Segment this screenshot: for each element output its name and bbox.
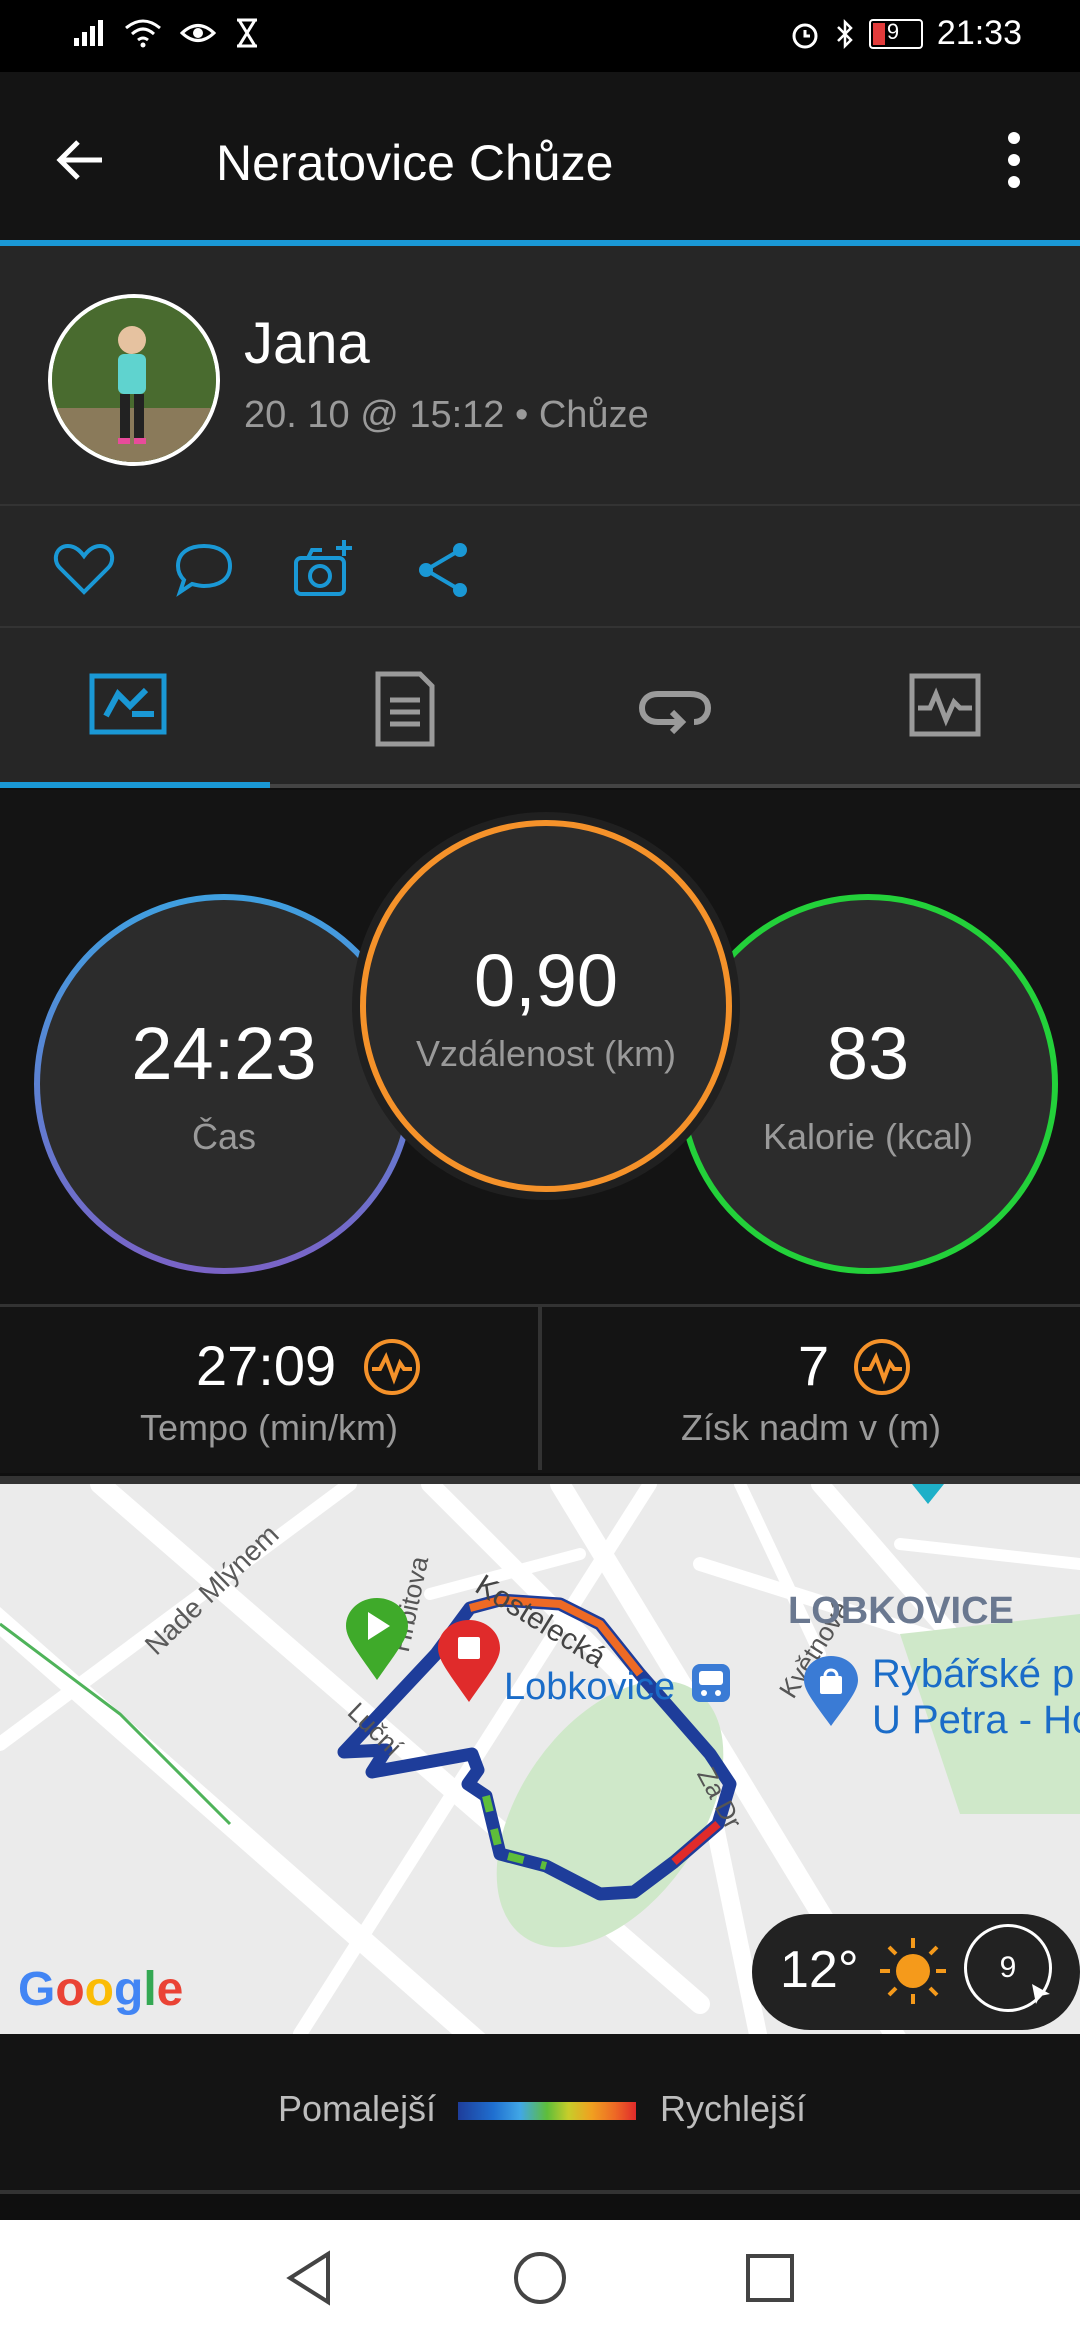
tab-charts-icon[interactable] bbox=[900, 668, 996, 748]
nav-back-icon[interactable] bbox=[284, 2250, 334, 2306]
share-icon[interactable] bbox=[412, 538, 476, 602]
status-right: 9 21:33 bbox=[789, 14, 1022, 53]
activity-meta: 20. 10 @ 15:12 • Chůze bbox=[244, 394, 649, 436]
tab-active-indicator bbox=[0, 782, 270, 788]
calories-label: Kalorie (kcal) bbox=[762, 1115, 974, 1157]
wifi-icon bbox=[125, 19, 161, 48]
clock-time: 21:33 bbox=[936, 14, 1022, 52]
poi-name-line1: Rybářské p bbox=[872, 1652, 1075, 1696]
summary-stats: 24:23 Čas 83 Kalorie (kcal) 0,90 Vzdálen… bbox=[0, 790, 1080, 1304]
elevation-value: 7 bbox=[798, 1334, 830, 1397]
activity-tabs bbox=[0, 628, 1080, 788]
pace-value: 27:09 bbox=[196, 1334, 337, 1397]
eye-icon bbox=[180, 24, 216, 42]
time-label: Čas bbox=[191, 1115, 257, 1157]
calories-value: 83 bbox=[826, 1011, 910, 1095]
nav-home-icon[interactable] bbox=[512, 2250, 568, 2306]
elevation-metric[interactable]: 7 Získ nadm v (m) bbox=[542, 1307, 1080, 1473]
nav-recents-icon[interactable] bbox=[744, 2252, 796, 2304]
app-bar: Neratovice Chůze bbox=[0, 72, 1080, 242]
wind-direction-icon bbox=[1032, 1984, 1050, 2004]
activity-owner: Jana 20. 10 @ 15:12 • Chůze bbox=[0, 246, 1080, 506]
elevation-label: Získ nadm v (m) bbox=[680, 1407, 941, 1448]
map-marker-top bbox=[912, 1484, 944, 1504]
page-title: Neratovice Chůze bbox=[216, 135, 614, 191]
legend-faster-label: Rychlejší bbox=[660, 2088, 807, 2129]
user-name: Jana bbox=[244, 311, 370, 376]
metrics-divider bbox=[538, 1304, 542, 1470]
time-stat[interactable]: 24:23 Čas bbox=[34, 894, 414, 1274]
map-place-label: Lobkovice bbox=[504, 1666, 676, 1708]
battery-level: 9 bbox=[886, 18, 900, 44]
speed-legend: Pomalejší Rychlejší bbox=[0, 2034, 1080, 2194]
distance-value: 0,90 bbox=[473, 938, 619, 1022]
speed-gradient-bar bbox=[458, 2102, 636, 2120]
like-heart-icon[interactable] bbox=[52, 538, 116, 602]
time-value: 24:23 bbox=[131, 1011, 317, 1095]
back-arrow-icon[interactable] bbox=[52, 132, 108, 188]
signal-icon bbox=[74, 20, 103, 46]
status-bar: 9 21:33 bbox=[0, 0, 1080, 72]
map-area-label: LOBKOVICE bbox=[788, 1590, 1014, 1632]
status-left-icons bbox=[72, 18, 260, 48]
battery-icon: 9 bbox=[868, 18, 923, 49]
weather-widget[interactable]: 12° 9 bbox=[752, 1914, 1080, 2030]
poi-name-line2: U Petra - Ho bbox=[872, 1698, 1080, 1742]
add-photo-icon[interactable] bbox=[292, 538, 356, 602]
avatar[interactable] bbox=[48, 294, 220, 466]
route-map[interactable]: Nade Mlýnem Kostelecká Hřbitova Luční Kv… bbox=[0, 1476, 1080, 2038]
bluetooth-icon bbox=[837, 18, 853, 49]
action-row bbox=[0, 506, 1080, 628]
tab-laps-icon[interactable] bbox=[628, 668, 724, 748]
alarm-icon bbox=[792, 23, 818, 48]
sun-icon bbox=[880, 1938, 946, 2004]
route-start-marker-icon[interactable] bbox=[344, 1596, 410, 1682]
pace-label: Tempo (min/km) bbox=[139, 1407, 399, 1448]
more-options-icon[interactable] bbox=[1000, 130, 1028, 190]
comment-icon[interactable] bbox=[172, 538, 236, 602]
system-navigation-bar bbox=[0, 2220, 1080, 2340]
tab-details-icon[interactable] bbox=[358, 668, 454, 748]
pace-metric[interactable]: 27:09 Tempo (min/km) bbox=[0, 1307, 538, 1473]
hourglass-icon bbox=[237, 18, 257, 48]
elevation-chart-icon[interactable] bbox=[852, 1337, 912, 1397]
pace-chart-icon[interactable] bbox=[362, 1337, 422, 1397]
tab-overview-icon[interactable] bbox=[88, 668, 184, 748]
transit-stop-icon[interactable] bbox=[690, 1662, 732, 1708]
distance-label: Vzdálenost (km) bbox=[415, 1032, 677, 1074]
google-logo: Google bbox=[18, 1963, 184, 2016]
distance-stat[interactable]: 0,90 Vzdálenost (km) bbox=[360, 820, 732, 1192]
wind-speed: 9 bbox=[999, 1951, 1017, 1984]
calories-stat[interactable]: 83 Kalorie (kcal) bbox=[678, 894, 1058, 1274]
legend-slower-label: Pomalejší bbox=[278, 2088, 437, 2129]
shopping-pin-icon[interactable] bbox=[800, 1654, 862, 1728]
weather-temperature: 12° bbox=[780, 1941, 859, 1999]
route-end-marker-icon[interactable] bbox=[436, 1618, 502, 1704]
